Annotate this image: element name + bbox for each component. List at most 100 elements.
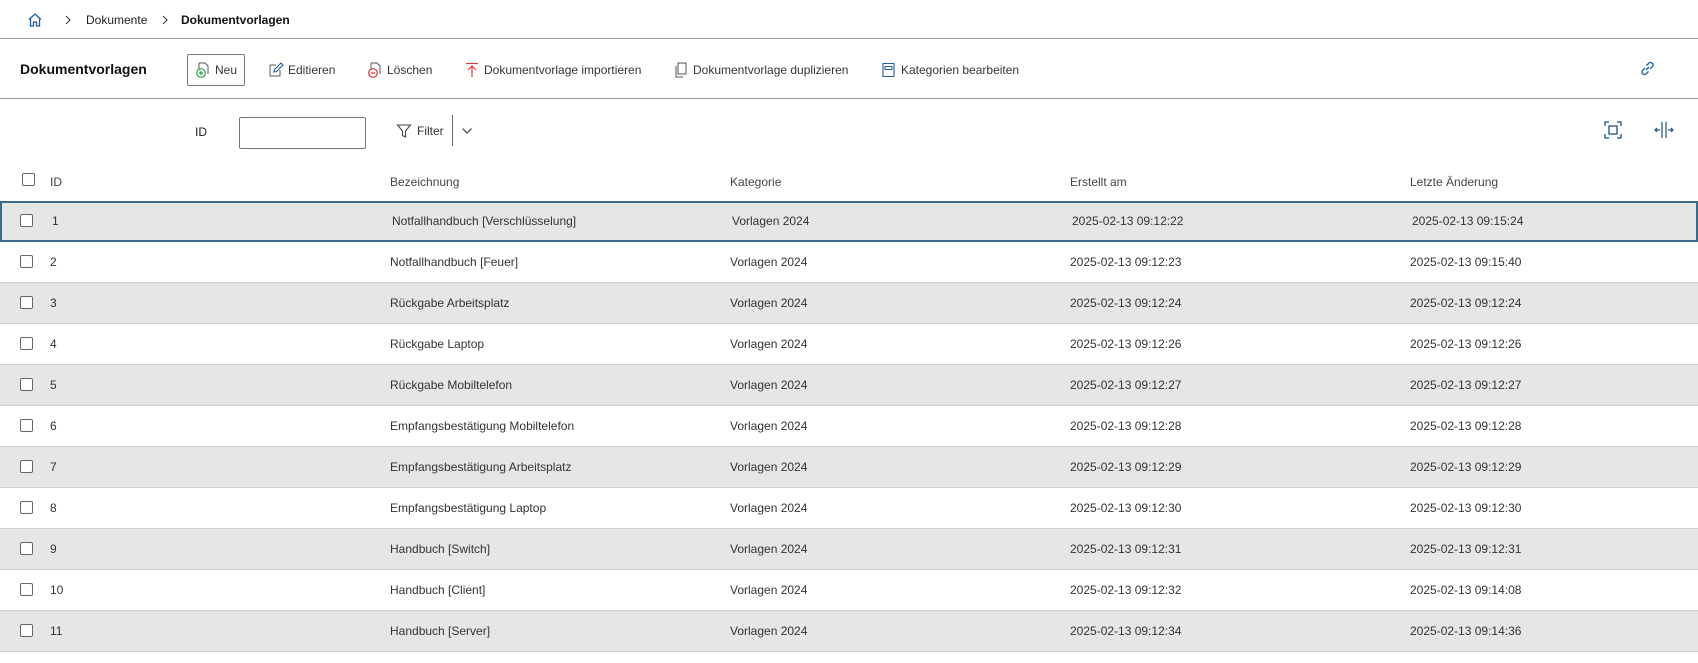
cell-erstellt-am: 2025-02-13 09:12:24 [1070,296,1182,310]
edit-categories-button[interactable]: Kategorien bearbeiten [880,54,1019,86]
chevron-down-icon[interactable] [460,124,474,141]
import-icon [466,62,478,77]
table-row[interactable]: 11 Handbuch [Server] Vorlagen 2024 2025-… [0,611,1698,652]
cell-bezeichnung: Rückgabe Mobiltelefon [390,378,513,392]
cell-erstellt-am: 2025-02-13 09:12:34 [1070,624,1182,638]
cell-letzte-aenderung: 2025-02-13 09:12:24 [1410,296,1522,310]
delete-icon [368,62,381,78]
row-checkbox[interactable] [20,583,33,596]
row-checkbox[interactable] [20,214,33,227]
duplicate-template-button[interactable]: Dokumentvorlage duplizieren [672,54,848,86]
id-filter-label: ID [195,125,207,139]
row-checkbox[interactable] [20,419,33,432]
edit-icon [269,62,284,77]
new-button-label: Neu [215,63,238,77]
cell-id: 5 [50,378,57,392]
cell-id: 4 [50,337,57,351]
duplicate-icon [675,62,687,78]
cell-kategorie: Vorlagen 2024 [732,214,810,228]
table-row[interactable]: 7 Empfangsbestätigung Arbeitsplatz Vorla… [0,447,1698,488]
filter-bar: ID Filter [0,100,1698,164]
edit-button[interactable]: Editieren [267,54,335,86]
id-filter-input[interactable] [239,117,366,149]
cell-letzte-aenderung: 2025-02-13 09:15:40 [1410,255,1522,269]
column-header-kategorie[interactable]: Kategorie [730,175,781,189]
edit-button-label: Editieren [288,63,336,77]
column-width-icon[interactable] [1654,120,1674,143]
cell-id: 1 [52,214,59,228]
cell-erstellt-am: 2025-02-13 09:12:29 [1070,460,1182,474]
row-checkbox[interactable] [20,378,33,391]
filter-divider [452,115,453,146]
delete-button-label: Löschen [387,63,433,77]
column-header-id[interactable]: ID [50,175,62,189]
chevron-right-icon [161,14,169,25]
import-template-label: Dokumentvorlage importieren [484,63,642,77]
filter-button[interactable]: Filter [396,115,444,147]
cell-bezeichnung: Rückgabe Arbeitsplatz [390,296,510,310]
chevron-right-icon [64,14,72,25]
cell-bezeichnung: Notfallhandbuch [Verschlüsselung] [392,214,577,228]
cell-id: 8 [50,501,57,515]
cell-bezeichnung: Handbuch [Switch] [390,542,491,556]
table-row[interactable]: 6 Empfangsbestätigung Mobiltelefon Vorla… [0,406,1698,447]
cell-letzte-aenderung: 2025-02-13 09:14:36 [1410,624,1522,638]
table-row[interactable]: 9 Handbuch [Switch] Vorlagen 2024 2025-0… [0,529,1698,570]
cell-kategorie: Vorlagen 2024 [730,460,808,474]
cell-id: 9 [50,542,57,556]
row-checkbox[interactable] [20,624,33,637]
cell-bezeichnung: Rückgabe Laptop [390,337,485,351]
cell-bezeichnung: Empfangsbestätigung Laptop [390,501,547,515]
cell-erstellt-am: 2025-02-13 09:12:23 [1070,255,1182,269]
cell-kategorie: Vorlagen 2024 [730,624,808,638]
import-template-button[interactable]: Dokumentvorlage importieren [463,54,641,86]
cell-erstellt-am: 2025-02-13 09:12:27 [1070,378,1182,392]
cell-id: 10 [50,583,64,597]
cell-kategorie: Vorlagen 2024 [730,501,808,515]
cell-bezeichnung: Empfangsbestätigung Mobiltelefon [390,419,575,433]
table-row[interactable]: 8 Empfangsbestätigung Laptop Vorlagen 20… [0,488,1698,529]
row-checkbox[interactable] [20,460,33,473]
cell-erstellt-am: 2025-02-13 09:12:32 [1070,583,1182,597]
table-row[interactable]: 4 Rückgabe Laptop Vorlagen 2024 2025-02-… [0,324,1698,365]
column-header-letzte-aenderung[interactable]: Letzte Änderung [1410,175,1498,189]
cell-kategorie: Vorlagen 2024 [730,296,808,310]
breadcrumb-current: Dokumentvorlagen [181,13,290,27]
new-button[interactable]: Neu [187,54,246,86]
table-header: ID Bezeichnung Kategorie Erstellt am Let… [0,164,1698,201]
row-checkbox[interactable] [20,337,33,350]
column-header-bezeichnung[interactable]: Bezeichnung [390,175,459,189]
row-checkbox[interactable] [20,296,33,309]
templates-table: ID Bezeichnung Kategorie Erstellt am Let… [0,164,1698,652]
cell-kategorie: Vorlagen 2024 [730,542,808,556]
fit-to-screen-icon[interactable] [1603,120,1623,143]
row-checkbox[interactable] [20,255,33,268]
toolbar: Dokumentvorlagen Neu Editieren Löschen D… [0,39,1698,99]
row-checkbox[interactable] [20,542,33,555]
cell-id: 6 [50,419,57,433]
table-row[interactable]: 1 Notfallhandbuch [Verschlüsselung] Vorl… [0,201,1698,242]
cell-bezeichnung: Notfallhandbuch [Feuer] [390,255,519,269]
category-icon [882,62,895,78]
row-checkbox[interactable] [20,501,33,514]
home-icon[interactable] [27,12,43,28]
cell-letzte-aenderung: 2025-02-13 09:12:29 [1410,460,1522,474]
cell-kategorie: Vorlagen 2024 [730,255,808,269]
breadcrumb: Dokumente Dokumentvorlagen [0,0,1698,39]
link-icon[interactable] [1638,59,1657,81]
table-row[interactable]: 2 Notfallhandbuch [Feuer] Vorlagen 2024 … [0,242,1698,283]
cell-erstellt-am: 2025-02-13 09:12:22 [1072,214,1184,228]
column-header-erstellt-am[interactable]: Erstellt am [1070,175,1127,189]
breadcrumb-item-dokumente[interactable]: Dokumente [86,12,147,28]
table-body: 1 Notfallhandbuch [Verschlüsselung] Vorl… [0,201,1698,652]
cell-bezeichnung: Handbuch [Client] [390,583,486,597]
page-title: Dokumentvorlagen [20,61,147,77]
table-row[interactable]: 3 Rückgabe Arbeitsplatz Vorlagen 2024 20… [0,283,1698,324]
table-row[interactable]: 5 Rückgabe Mobiltelefon Vorlagen 2024 20… [0,365,1698,406]
cell-letzte-aenderung: 2025-02-13 09:15:24 [1412,214,1524,228]
delete-button[interactable]: Löschen [366,54,432,86]
table-row[interactable]: 10 Handbuch [Client] Vorlagen 2024 2025-… [0,570,1698,611]
select-all-checkbox[interactable] [22,173,35,186]
cell-letzte-aenderung: 2025-02-13 09:12:30 [1410,501,1522,515]
cell-erstellt-am: 2025-02-13 09:12:31 [1070,542,1182,556]
